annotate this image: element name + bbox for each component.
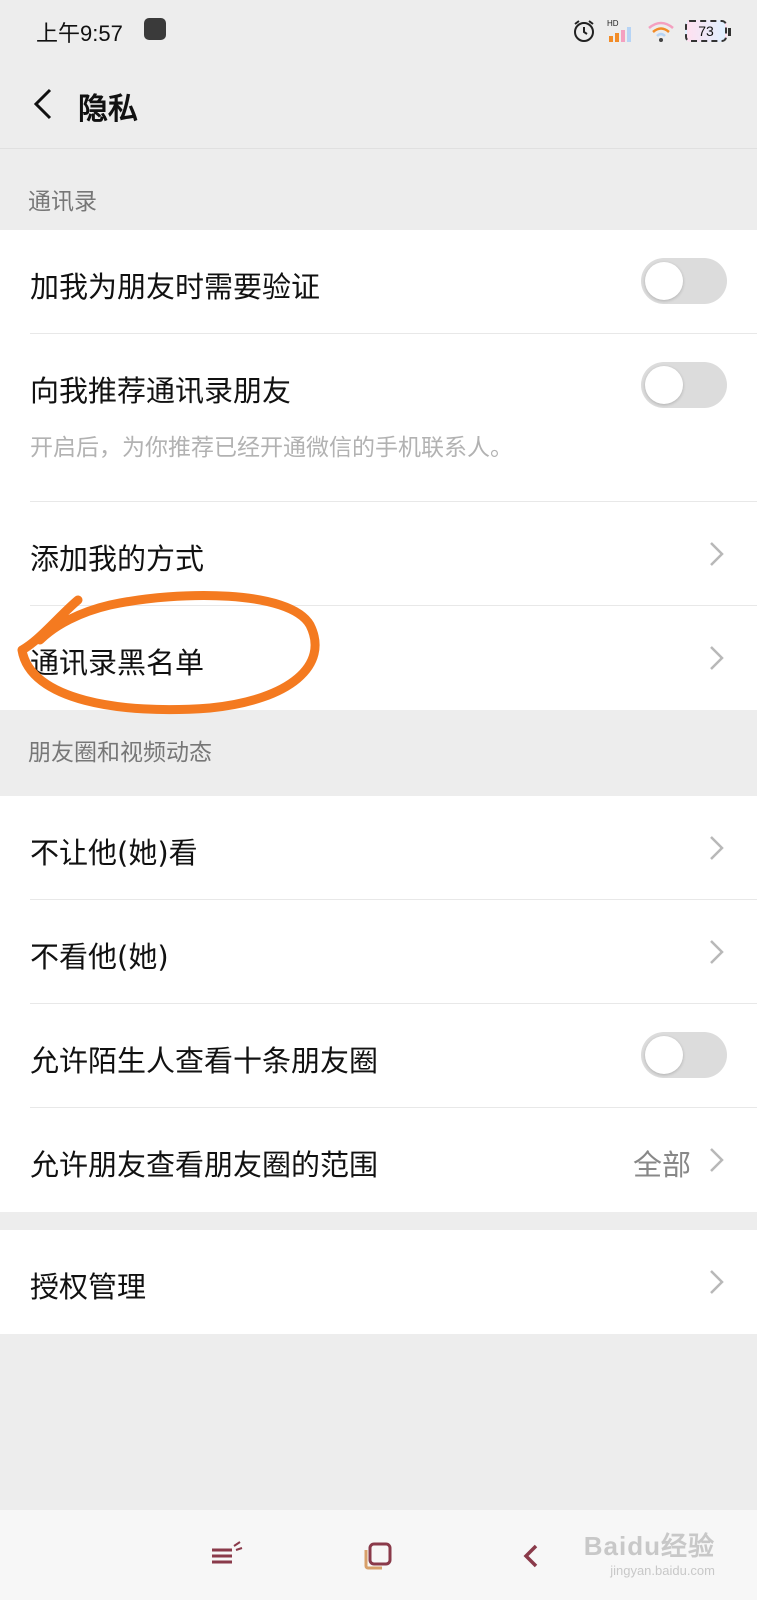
toggle-knob — [645, 1036, 683, 1074]
status-bar: 上午9:57 HD 73 — [0, 0, 757, 62]
chevron-right-icon — [710, 1148, 724, 1172]
row-label: 不看他(她) — [30, 940, 169, 974]
battery-icon: 73 — [685, 20, 731, 42]
back-arrow-icon[interactable] — [514, 1538, 550, 1574]
moments-group: 不让他(她)看 不看他(她) 允许陌生人查看十条朋友圈 允许朋友查看朋友圈的范围… — [0, 796, 757, 1212]
chevron-right-icon — [710, 542, 724, 566]
alarm-icon — [574, 20, 594, 42]
row-description: 开启后，为你推荐已经开通微信的手机联系人。 — [30, 435, 513, 461]
svg-text:HD: HD — [607, 19, 619, 28]
hd-signal-icon: HD — [607, 19, 631, 42]
wifi-icon — [648, 21, 674, 42]
chevron-right-icon — [710, 1270, 724, 1294]
row-label: 添加我的方式 — [30, 542, 205, 576]
watermark-logo: Baidu经验 — [583, 1531, 715, 1561]
section-header-contacts: 通讯录 — [0, 186, 757, 230]
row-hide-from[interactable]: 不让他(她)看 — [0, 796, 757, 900]
row-authorization-management[interactable]: 授权管理 — [0, 1230, 757, 1334]
status-icons: HD 73 — [571, 16, 731, 46]
watermark: Baidu经验 jingyan.baidu.com — [584, 1526, 715, 1578]
row-label: 向我推荐通讯录朋友 — [30, 374, 292, 408]
row-verify-friend[interactable]: 加我为朋友时需要验证 — [0, 230, 757, 334]
row-label: 加我为朋友时需要验证 — [30, 270, 321, 304]
toggle-knob — [645, 366, 683, 404]
row-add-me-methods[interactable]: 添加我的方式 — [0, 502, 757, 606]
toggle-recommend-contacts[interactable] — [641, 362, 727, 408]
auth-group: 授权管理 — [0, 1230, 757, 1334]
menu-icon[interactable] — [208, 1538, 244, 1574]
toggle-verify-friend[interactable] — [641, 258, 727, 304]
row-contacts-blacklist[interactable]: 通讯录黑名单 — [0, 606, 757, 710]
nav-bar: 隐私 — [0, 62, 757, 149]
section-header-moments: 朋友圈和视频动态 — [0, 710, 757, 796]
row-moments-range[interactable]: 允许朋友查看朋友圈的范围 全部 — [0, 1108, 757, 1212]
row-recommend-contacts[interactable]: 向我推荐通讯录朋友 开启后，为你推荐已经开通微信的手机联系人。 — [0, 334, 757, 502]
status-time: 上午9:57 — [36, 21, 123, 46]
bottom-nav-bar: Baidu经验 jingyan.baidu.com — [0, 1510, 757, 1600]
chevron-right-icon — [710, 836, 724, 860]
row-dont-see[interactable]: 不看他(她) — [0, 900, 757, 1004]
app-notification-icon — [144, 18, 166, 40]
page-title: 隐私 — [78, 92, 138, 127]
chevron-right-icon — [710, 940, 724, 964]
row-label: 不让他(她)看 — [30, 836, 198, 870]
watermark-url: jingyan.baidu.com — [610, 1563, 715, 1578]
row-strangers-ten-posts[interactable]: 允许陌生人查看十条朋友圈 — [0, 1004, 757, 1108]
row-value: 全部 — [632, 1148, 691, 1182]
toggle-knob — [645, 262, 683, 300]
home-square-icon[interactable] — [360, 1538, 396, 1574]
row-label: 通讯录黑名单 — [30, 646, 205, 680]
row-label: 允许陌生人查看十条朋友圈 — [30, 1044, 379, 1078]
contacts-group: 加我为朋友时需要验证 向我推荐通讯录朋友 开启后，为你推荐已经开通微信的手机联系… — [0, 230, 757, 710]
toggle-strangers-ten-posts[interactable] — [641, 1032, 727, 1078]
chevron-right-icon — [710, 646, 724, 670]
chevron-left-icon[interactable] — [26, 84, 66, 124]
row-label: 授权管理 — [30, 1270, 147, 1304]
row-label: 允许朋友查看朋友圈的范围 — [30, 1148, 379, 1182]
